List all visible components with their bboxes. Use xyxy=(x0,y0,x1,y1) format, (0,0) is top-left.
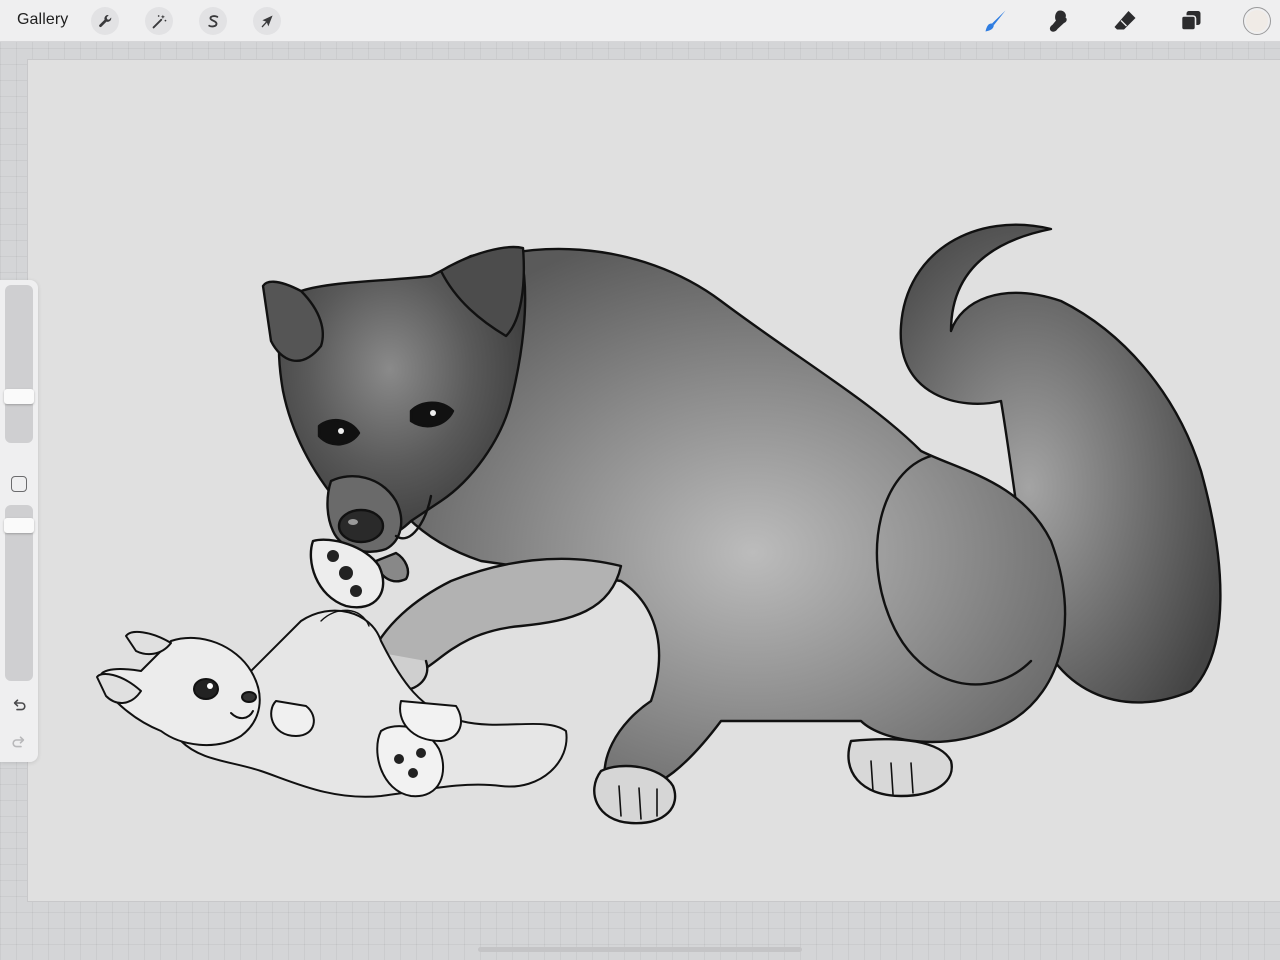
brush-size-slider[interactable] xyxy=(4,285,34,443)
layers-button[interactable] xyxy=(1176,6,1206,36)
eraser-button[interactable] xyxy=(1110,6,1140,36)
pup xyxy=(96,609,568,798)
opacity-thumb[interactable] xyxy=(4,518,34,533)
modify-button[interactable] xyxy=(11,476,27,492)
brush-icon xyxy=(985,10,1006,32)
drawing-canvas[interactable] xyxy=(27,59,1280,902)
opacity-slider[interactable] xyxy=(4,505,34,681)
home-indicator xyxy=(478,947,802,952)
wolf-artwork xyxy=(96,223,1222,825)
selection-s-icon xyxy=(207,14,218,27)
top-toolbar: Gallery xyxy=(0,0,1280,42)
arrow-cursor-icon xyxy=(261,15,273,27)
selection-button[interactable] xyxy=(199,7,227,35)
transform-button[interactable] xyxy=(253,7,281,35)
undo-button[interactable] xyxy=(9,695,29,715)
left-sidebar xyxy=(0,280,38,762)
redo-icon xyxy=(12,736,25,748)
eraser-icon xyxy=(1114,11,1136,30)
magic-wand-icon xyxy=(152,14,166,28)
gallery-button[interactable]: Gallery xyxy=(17,11,68,29)
smudge-icon xyxy=(1049,10,1067,32)
redo-button[interactable] xyxy=(9,732,29,752)
brush-button[interactable] xyxy=(980,6,1010,36)
color-picker-button[interactable] xyxy=(1243,7,1271,35)
undo-icon xyxy=(13,699,26,711)
adjustments-button[interactable] xyxy=(145,7,173,35)
actions-button[interactable] xyxy=(91,7,119,35)
layers-icon xyxy=(1180,11,1201,31)
wrench-icon xyxy=(98,14,111,27)
brush-size-thumb[interactable] xyxy=(4,389,34,404)
smudge-button[interactable] xyxy=(1045,6,1075,36)
